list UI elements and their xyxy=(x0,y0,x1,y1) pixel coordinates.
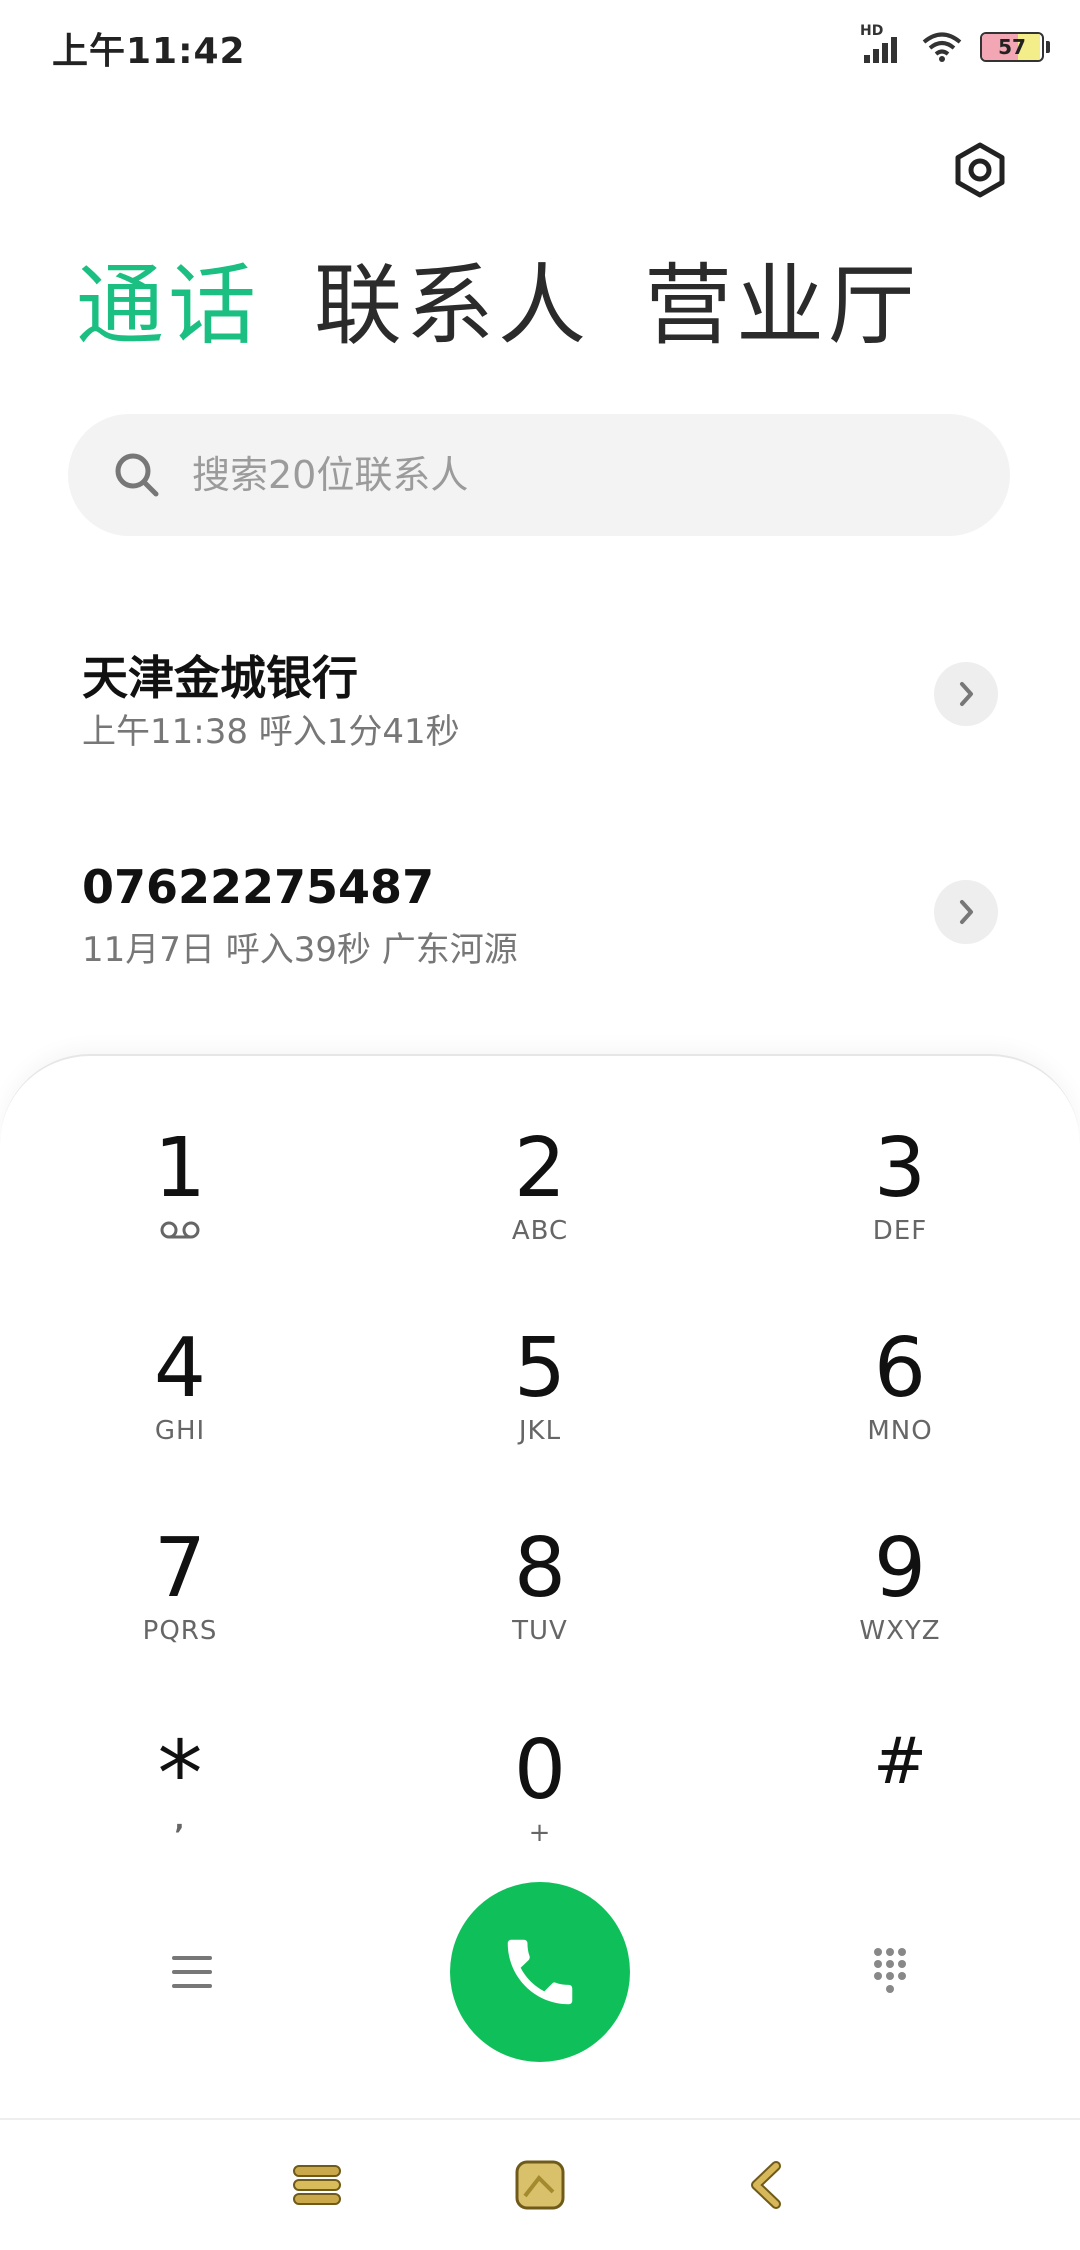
chevron-right-icon xyxy=(960,682,973,706)
call-log-row[interactable]: 天津金城银行 上午11:38 呼入1分41秒 xyxy=(0,610,1080,810)
dial-key-letters: ABC xyxy=(511,1216,569,1246)
call-log-row[interactable]: 07622275487 11月7日 呼入39秒 广东河源 xyxy=(0,828,1080,1028)
recent-apps-icon[interactable] xyxy=(290,2158,344,2212)
tab-calls[interactable]: 通话 xyxy=(76,262,260,350)
dial-key-2[interactable]: 2 ABC xyxy=(390,1128,690,1308)
dial-key-letters: GHI xyxy=(154,1416,206,1446)
dial-key-digit: 9 xyxy=(873,1521,927,1616)
chevron-right-icon xyxy=(960,900,973,924)
dial-key-letters: PQRS xyxy=(142,1616,218,1646)
dialpad-icon xyxy=(874,1948,906,1993)
wifi-icon xyxy=(922,32,962,62)
dial-key-digit: 8 xyxy=(513,1521,567,1616)
signal-icon: HD xyxy=(860,23,904,65)
dial-key-digit: 7 xyxy=(153,1521,207,1616)
dial-key-digit: 0 xyxy=(513,1723,567,1818)
dial-key-1[interactable]: 1 xyxy=(30,1128,330,1308)
search-bar[interactable] xyxy=(68,414,1010,536)
dial-key-letters: MNO xyxy=(867,1416,933,1446)
back-icon[interactable] xyxy=(740,2158,794,2212)
dial-key-letters: TUV xyxy=(512,1616,568,1646)
dial-key-digit: 3 xyxy=(873,1121,927,1216)
status-time: 上午11:42 xyxy=(52,31,246,72)
dial-key-digit: 4 xyxy=(153,1321,207,1416)
dial-key-letters: JKL xyxy=(518,1416,562,1446)
home-icon[interactable] xyxy=(513,2158,567,2212)
call-detail: 11月7日 呼入39秒 广东河源 xyxy=(82,930,518,970)
dial-key-7[interactable]: 7 PQRS xyxy=(30,1528,330,1708)
menu-icon xyxy=(172,1956,212,1988)
battery-level: 57 xyxy=(998,35,1026,59)
dial-key-digit: 1 xyxy=(153,1121,207,1216)
dial-key-digit: 2 xyxy=(513,1121,567,1216)
call-detail: 上午11:38 呼入1分41秒 xyxy=(82,712,460,752)
call-details-button[interactable] xyxy=(934,880,998,944)
phone-icon xyxy=(507,1939,573,2005)
dial-key-letters: DEF xyxy=(872,1216,928,1246)
gear-icon xyxy=(955,142,1005,198)
dial-key-3[interactable]: 3 DEF xyxy=(750,1128,1050,1308)
dial-key-8[interactable]: 8 TUV xyxy=(390,1528,690,1708)
search-icon xyxy=(115,453,159,497)
dial-key-4[interactable]: 4 GHI xyxy=(30,1328,330,1508)
dial-key-star[interactable]: * , xyxy=(30,1730,330,1910)
search-input[interactable] xyxy=(190,452,894,498)
dial-key-digit: # xyxy=(873,1725,927,1799)
dial-key-5[interactable]: 5 JKL xyxy=(390,1328,690,1508)
menu-button[interactable] xyxy=(160,1940,224,2004)
status-icons: HD 57 xyxy=(860,22,1050,72)
settings-button[interactable] xyxy=(948,138,1012,202)
voicemail-icon xyxy=(160,1221,200,1239)
dial-key-digit: 5 xyxy=(513,1321,567,1416)
keypad-toggle-button[interactable] xyxy=(858,1940,922,2004)
dial-key-hash[interactable]: # xyxy=(750,1730,1050,1910)
call-button[interactable] xyxy=(450,1882,630,2062)
dial-key-9[interactable]: 9 WXYZ xyxy=(750,1528,1050,1708)
dial-key-letters: + xyxy=(528,1818,552,1848)
call-name: 07622275487 xyxy=(82,860,435,914)
tab-contacts[interactable]: 联系人 xyxy=(314,262,590,350)
dial-key-letters: WXYZ xyxy=(859,1616,941,1646)
battery-icon: 57 xyxy=(980,32,1044,62)
dial-key-6[interactable]: 6 MNO xyxy=(750,1328,1050,1508)
dial-key-letters: , xyxy=(174,1806,186,1836)
call-name: 天津金城银行 xyxy=(82,651,358,705)
call-details-button[interactable] xyxy=(934,662,998,726)
tab-service-hall[interactable]: 营业厅 xyxy=(644,262,920,350)
dial-key-digit: 6 xyxy=(873,1321,927,1416)
system-nav-bar xyxy=(0,2118,1080,2250)
tab-bar: 通话 联系人 营业厅 xyxy=(76,262,920,350)
